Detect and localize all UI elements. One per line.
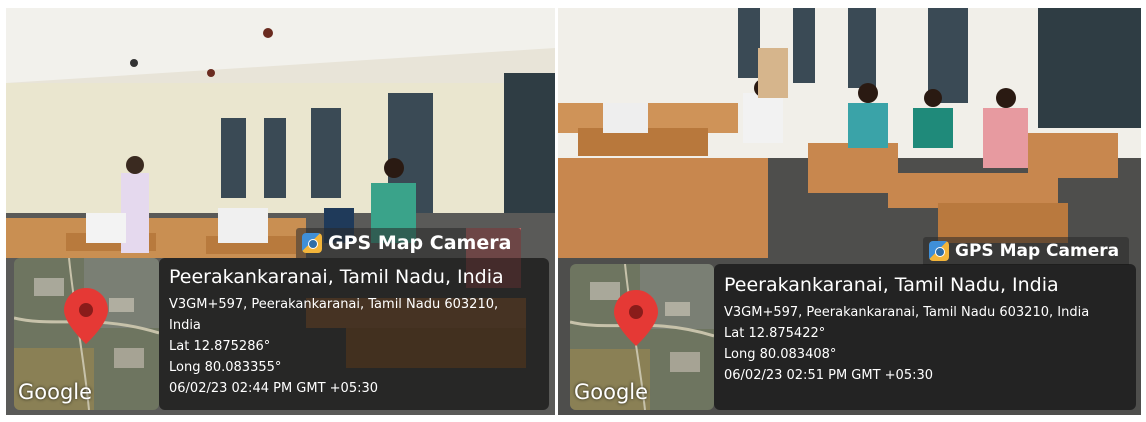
latitude: Lat 12.875286° <box>169 339 271 354</box>
geotagged-photo-right: GPS Map Camera Google Peerakankaranai, T… <box>558 8 1141 415</box>
address-line-1: V3GM+597, Peerakankaranai, Tamil Nadu 60… <box>169 297 499 312</box>
camera-icon <box>302 233 322 253</box>
location-name: Peerakankaranai, Tamil Nadu, India <box>169 266 504 288</box>
latitude: Lat 12.875422° <box>724 326 826 341</box>
google-logo: Google <box>18 380 93 404</box>
gps-map-camera-label: GPS Map Camera <box>296 228 522 258</box>
location-name: Peerakankaranai, Tamil Nadu, India <box>724 274 1059 296</box>
location-info-panel: Peerakankaranai, Tamil Nadu, India V3GM+… <box>714 264 1136 410</box>
gps-title-text: GPS Map Camera <box>328 232 512 254</box>
camera-icon <box>929 241 949 261</box>
location-info-panel: Peerakankaranai, Tamil Nadu, India V3GM+… <box>159 258 549 410</box>
longitude: Long 80.083355° <box>169 360 282 375</box>
gps-map-camera-label: GPS Map Camera <box>923 237 1130 265</box>
timestamp: 06/02/23 02:44 PM GMT +05:30 <box>169 381 379 396</box>
address-line-1: V3GM+597, Peerakankaranai, Tamil Nadu 60… <box>724 305 1090 320</box>
google-logo: Google <box>574 380 649 404</box>
longitude: Long 80.083408° <box>724 347 837 362</box>
address-line-2: India <box>169 318 201 333</box>
satellite-minimap: Google <box>570 264 714 410</box>
timestamp: 06/02/23 02:51 PM GMT +05:30 <box>724 368 934 383</box>
satellite-minimap: Google <box>14 258 159 410</box>
gps-title-text: GPS Map Camera <box>955 241 1120 261</box>
geotagged-photo-left: GPS Map Camera Google Peerakankaranai, T… <box>6 8 555 415</box>
